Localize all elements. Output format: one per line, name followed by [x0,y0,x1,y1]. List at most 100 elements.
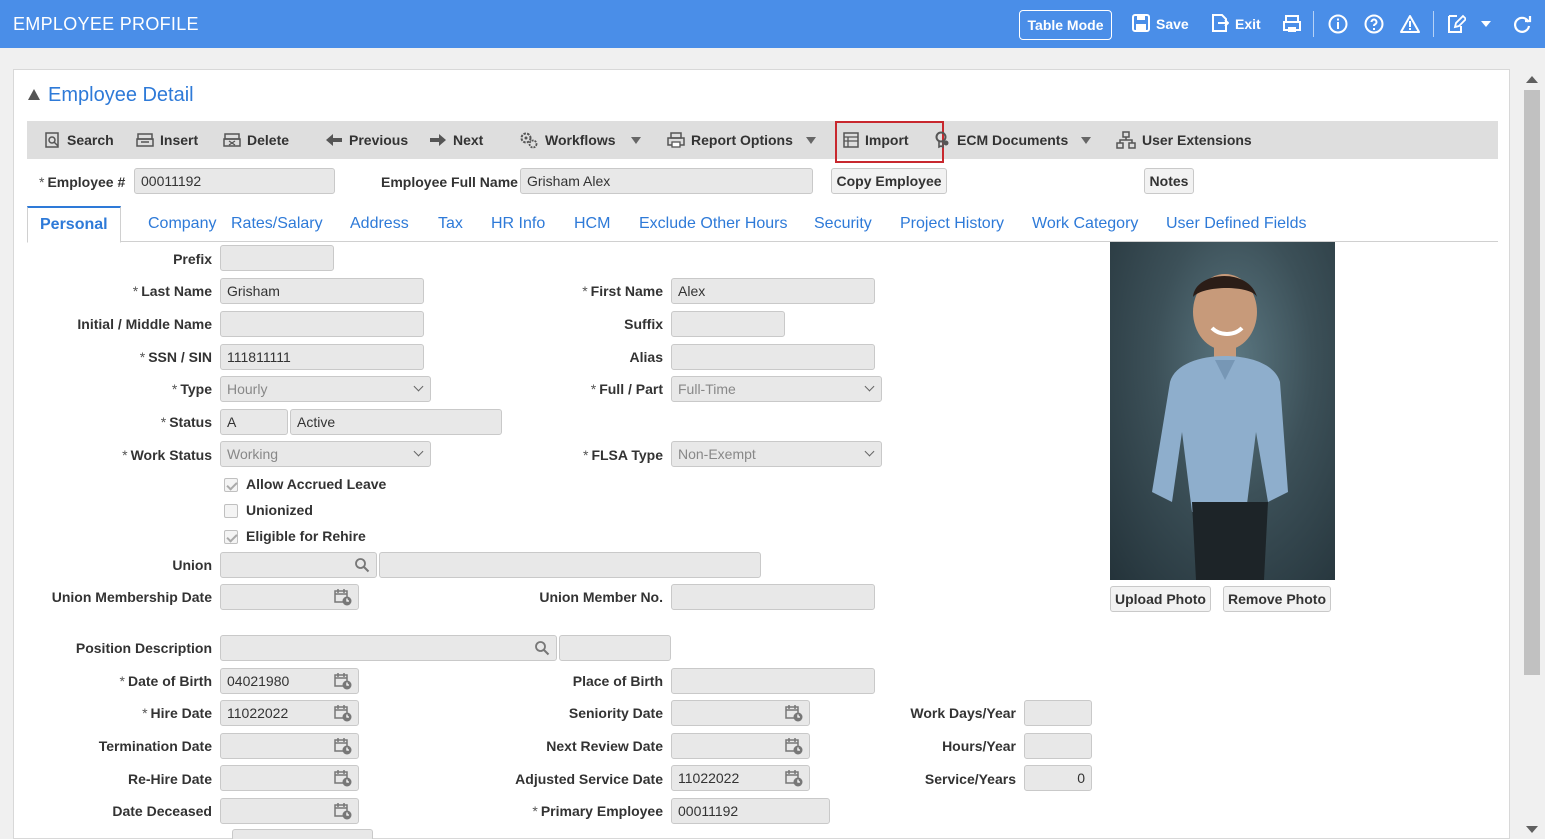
tab-project-history[interactable]: Project History [900,206,1004,242]
report-options-button[interactable]: Report Options [667,121,793,159]
edit-icon[interactable] [1444,12,1468,36]
last-name-label: * Last Name [133,283,212,299]
type-select[interactable]: Hourly [220,376,431,402]
tab-rates-salary[interactable]: Rates/Salary [231,206,323,242]
rehire-date-field[interactable] [220,765,359,791]
ecm-documents-dropdown[interactable] [1081,121,1091,159]
vertical-scrollbar[interactable] [1521,70,1543,839]
notes-button[interactable]: Notes [1144,168,1194,194]
full-part-select[interactable]: Full-Time [671,376,882,402]
alias-field[interactable] [671,344,875,370]
refresh-icon[interactable] [1510,12,1534,36]
tab-tax[interactable]: Tax [438,206,463,242]
dob-field[interactable]: 04021980 [220,668,359,694]
calendar-icon[interactable] [334,737,352,758]
user-extensions-button[interactable]: User Extensions [1116,121,1252,159]
table-mode-button[interactable]: Table Mode [1019,10,1112,40]
hours-year-field[interactable] [1024,733,1092,759]
full-name-field[interactable]: Grisham Alex [520,168,813,194]
warning-icon[interactable] [1398,12,1422,36]
upload-photo-button[interactable]: Upload Photo [1110,586,1211,612]
tab-company[interactable]: Company [148,206,216,242]
last-name-field[interactable]: Grisham [220,278,424,304]
search-icon[interactable] [354,557,370,576]
status-desc-field[interactable]: Active [290,409,502,435]
seniority-date-field[interactable] [671,700,810,726]
scroll-thumb[interactable] [1524,90,1540,675]
save-button[interactable]: Save [1132,0,1189,48]
delete-button[interactable]: Delete [223,121,289,159]
gears-icon [519,131,539,149]
info-icon[interactable] [1326,12,1350,36]
service-years-field[interactable]: 0 [1024,765,1092,791]
previous-button[interactable]: Previous [325,121,408,159]
employee-photo [1110,242,1335,580]
calendar-icon[interactable] [334,672,352,693]
position-code-field[interactable] [559,635,671,661]
suffix-field[interactable] [671,311,785,337]
report-options-dropdown[interactable] [806,121,816,159]
hire-date-field[interactable]: 11022022 [220,700,359,726]
collapse-icon[interactable] [28,89,40,100]
union-desc-field[interactable] [379,552,761,578]
primary-employee-label: * Primary Employee [532,803,663,819]
insert-button[interactable]: Insert [136,121,198,159]
ecm-documents-button[interactable]: ECM Documents [933,121,1068,159]
remove-photo-button[interactable]: Remove Photo [1223,586,1331,612]
tab-hr-info[interactable]: HR Info [491,206,545,242]
prefix-field[interactable] [220,245,334,271]
exit-button[interactable]: Exit [1211,0,1261,48]
save-icon [1132,13,1150,35]
tab-address[interactable]: Address [350,206,409,242]
calendar-icon[interactable] [785,704,803,725]
copy-employee-button[interactable]: Copy Employee [831,168,947,194]
tab-personal[interactable]: Personal [27,206,121,243]
union-membership-date-field[interactable] [220,584,359,610]
search-button[interactable]: Search [45,121,114,159]
print-icon[interactable] [1280,12,1304,36]
help-icon[interactable] [1362,12,1386,36]
next-review-field[interactable] [671,733,810,759]
employee-no-field[interactable]: 00011192 [134,168,335,194]
date-deceased-field[interactable] [220,798,359,824]
flsa-select[interactable]: Non-Exempt [671,441,882,467]
middle-name-field[interactable] [220,311,424,337]
termination-date-field[interactable] [220,733,359,759]
ssn-field[interactable]: 111811111 [220,344,424,370]
first-name-field[interactable]: Alex [671,278,875,304]
eligible-rehire-checkbox[interactable] [224,530,238,544]
position-field[interactable] [220,635,557,661]
tab-user-defined-fields[interactable]: User Defined Fields [1166,206,1307,242]
status-code-field[interactable]: A [220,409,288,435]
work-days-field[interactable] [1024,700,1092,726]
primary-employee-field[interactable]: 00011192 [671,798,830,824]
calendar-icon[interactable] [785,769,803,790]
partial-field[interactable] [232,829,373,839]
workflows-button[interactable]: Workflows [519,121,616,159]
adjusted-service-field[interactable]: 11022022 [671,765,810,791]
work-status-select[interactable]: Working [220,441,431,467]
search-icon[interactable] [534,640,550,659]
chevron-down-icon[interactable] [1474,12,1498,36]
union-member-no-field[interactable] [671,584,875,610]
tab-hcm[interactable]: HCM [574,206,610,242]
calendar-icon[interactable] [334,704,352,725]
panel-header[interactable]: Employee Detail [28,84,194,107]
unionized-checkbox[interactable] [224,504,238,518]
tab-work-category[interactable]: Work Category [1032,206,1138,242]
employee-detail-panel: Employee Detail Search Insert Delete Pre… [13,69,1510,839]
next-button[interactable]: Next [429,121,483,159]
union-field[interactable] [220,552,377,578]
place-of-birth-field[interactable] [671,668,875,694]
calendar-icon[interactable] [334,588,352,609]
tab-exclude-other-hours[interactable]: Exclude Other Hours [639,206,788,242]
calendar-icon[interactable] [334,769,352,790]
calendar-icon[interactable] [785,737,803,758]
tab-security[interactable]: Security [814,206,872,242]
scroll-up-icon[interactable] [1526,76,1538,83]
scroll-down-icon[interactable] [1526,826,1538,833]
allow-accrued-checkbox[interactable] [224,478,238,492]
workflows-dropdown[interactable] [631,121,641,159]
insert-label: Insert [160,132,199,148]
calendar-icon[interactable] [334,802,352,823]
